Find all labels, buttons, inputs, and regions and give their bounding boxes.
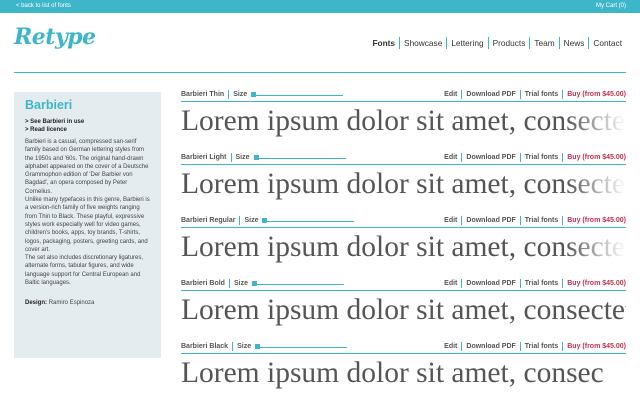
size-label: Size: [244, 217, 259, 224]
nav-team[interactable]: Team: [529, 37, 558, 49]
sample-text[interactable]: Lorem ipsum dolor sit amet, consectetur …: [181, 167, 626, 201]
row-divider: [181, 290, 626, 291]
font-style-row: Barbieri Regular Size Edit Download PDF …: [181, 214, 626, 277]
slider-handle[interactable]: [251, 281, 257, 286]
trial-fonts-button[interactable]: Trial fonts: [519, 90, 562, 99]
buy-button[interactable]: Buy (from $45.00): [562, 216, 626, 225]
row-divider: [181, 101, 626, 102]
buy-button[interactable]: Buy (from $45.00): [562, 153, 626, 162]
designer-name: Ramiro Espinoza: [48, 300, 95, 307]
row-divider: [181, 353, 626, 354]
size-label: Size: [235, 154, 250, 161]
sample-text[interactable]: Lorem ipsum dolor sit amet, consec: [181, 356, 626, 390]
family-description: Barbieri is a casual, compressed san-ser…: [25, 138, 151, 287]
header-divider: [14, 72, 626, 73]
trial-fonts-button[interactable]: Trial fonts: [519, 153, 562, 162]
nav-lettering[interactable]: Lettering: [446, 37, 487, 49]
edit-button[interactable]: Edit: [440, 342, 461, 351]
description-paragraph-3: The set also includes discretionary liga…: [25, 255, 144, 287]
trial-fonts-button[interactable]: Trial fonts: [519, 279, 562, 288]
size-label: Size: [233, 280, 248, 287]
font-controls: Barbieri Regular Size Edit Download PDF …: [181, 214, 626, 227]
buy-button[interactable]: Buy (from $45.00): [562, 279, 626, 288]
description-paragraph-1: Barbieri is a casual, compressed san-ser…: [25, 139, 149, 195]
sample-text[interactable]: Lorem ipsum dolor sit amet, consectetur: [181, 293, 626, 327]
nav-products[interactable]: Products: [487, 37, 530, 49]
edit-button[interactable]: Edit: [440, 216, 461, 225]
edit-button[interactable]: Edit: [440, 90, 461, 99]
download-pdf-button[interactable]: Download PDF: [461, 90, 519, 99]
nav-showcase[interactable]: Showcase: [399, 37, 446, 49]
read-licence-link[interactable]: > Read licence: [25, 126, 151, 134]
slider-track: [255, 347, 348, 348]
top-bar: < back to list of fonts My Cart (0): [0, 0, 640, 13]
font-style-name: Barbieri Bold: [181, 279, 230, 288]
font-style-list: Barbieri Thin Size Edit Download PDF Tri…: [181, 88, 626, 400]
row-divider: [181, 227, 626, 228]
trial-fonts-button[interactable]: Trial fonts: [519, 216, 562, 225]
family-info-panel: Barbieri > See Barbieri in use > Read li…: [14, 92, 161, 358]
size-slider[interactable]: [251, 90, 344, 99]
nav-news[interactable]: News: [558, 37, 589, 49]
design-credit: Design: Ramiro Espinoza: [25, 299, 151, 307]
design-label: Design:: [25, 300, 48, 307]
description-paragraph-2: Unlike many typefaces in this genre, Bar…: [25, 197, 150, 253]
download-pdf-button[interactable]: Download PDF: [461, 216, 519, 225]
family-title: Barbieri: [25, 98, 73, 112]
see-in-use-link[interactable]: > See Barbieri in use: [25, 118, 151, 126]
font-controls: Barbieri Light Size Edit Download PDF Tr…: [181, 151, 626, 164]
slider-handle[interactable]: [253, 155, 259, 160]
font-controls: Barbieri Bold Size Edit Download PDF Tri…: [181, 277, 626, 290]
font-style-row: Barbieri Black Size Edit Download PDF Tr…: [181, 340, 626, 400]
sample-text[interactable]: Lorem ipsum dolor sit amet, consectetur …: [181, 230, 626, 264]
edit-button[interactable]: Edit: [440, 279, 461, 288]
font-style-row: Barbieri Thin Size Edit Download PDF Tri…: [181, 88, 626, 151]
cart-link[interactable]: My Cart (0): [596, 3, 626, 9]
nav-contact[interactable]: Contact: [588, 37, 626, 49]
font-style-name: Barbieri Thin: [181, 90, 230, 99]
download-pdf-button[interactable]: Download PDF: [461, 279, 519, 288]
size-label: Size: [233, 91, 248, 98]
buy-button[interactable]: Buy (from $45.00): [562, 342, 626, 351]
slider-handle[interactable]: [251, 92, 257, 97]
font-style-row: Barbieri Bold Size Edit Download PDF Tri…: [181, 277, 626, 340]
font-style-name: Barbieri Light: [181, 153, 232, 162]
slider-track: [253, 158, 346, 159]
slider-track: [262, 221, 355, 222]
row-divider: [181, 164, 626, 165]
sample-text[interactable]: Lorem ipsum dolor sit amet, consectetur …: [181, 104, 626, 138]
edit-button[interactable]: Edit: [440, 153, 461, 162]
retype-logo[interactable]: Retype: [14, 24, 96, 50]
font-style-row: Barbieri Light Size Edit Download PDF Tr…: [181, 151, 626, 214]
size-slider[interactable]: [255, 342, 348, 351]
nav-fonts[interactable]: Fonts: [368, 37, 399, 49]
size-slider[interactable]: [253, 153, 346, 162]
main-nav: Fonts Showcase Lettering Products Team N…: [368, 37, 626, 49]
download-pdf-button[interactable]: Download PDF: [461, 342, 519, 351]
trial-fonts-button[interactable]: Trial fonts: [519, 342, 562, 351]
slider-track: [251, 284, 344, 285]
download-pdf-button[interactable]: Download PDF: [461, 153, 519, 162]
slider-track: [251, 95, 344, 96]
size-label: Size: [237, 343, 252, 350]
size-slider[interactable]: [251, 279, 344, 288]
slider-handle[interactable]: [255, 344, 261, 349]
slider-handle[interactable]: [262, 218, 268, 223]
font-style-name: Barbieri Regular: [181, 216, 241, 225]
size-slider[interactable]: [262, 216, 355, 225]
font-controls: Barbieri Black Size Edit Download PDF Tr…: [181, 340, 626, 353]
font-style-name: Barbieri Black: [181, 342, 234, 351]
font-controls: Barbieri Thin Size Edit Download PDF Tri…: [181, 88, 626, 101]
buy-button[interactable]: Buy (from $45.00): [562, 90, 626, 99]
back-to-fonts-link[interactable]: < back to list of fonts: [16, 3, 71, 9]
